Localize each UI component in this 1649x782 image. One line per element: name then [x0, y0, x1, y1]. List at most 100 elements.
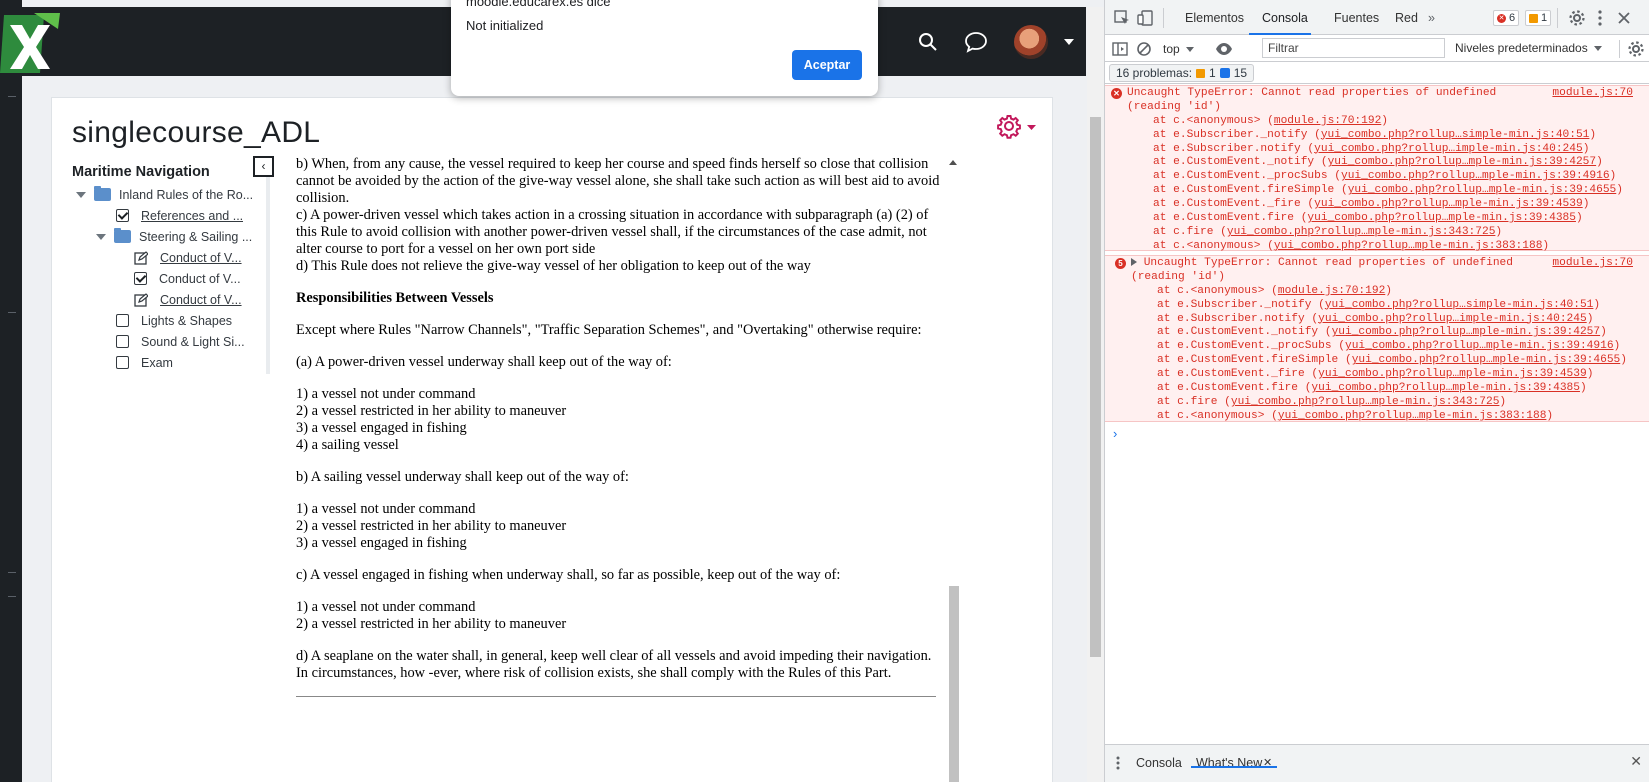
stack-frame-link[interactable]: yui_combo.php?rollup…mple-min.js:39:4257 — [1328, 156, 1597, 168]
error-count-badge[interactable]: ✕ 6 — [1493, 10, 1520, 26]
stack-frame-link[interactable]: yui_combo.php?rollup…mple-min.js:39:4257 — [1332, 326, 1601, 338]
activity-link[interactable]: Conduct of V... — [160, 251, 242, 265]
course-index-item[interactable]: Conduct of V... — [70, 268, 255, 289]
stack-frame-link[interactable]: yui_combo.php?rollup…mple-min.js:383:188 — [1278, 410, 1547, 422]
issues-button[interactable]: 16 problemas: 1 15 — [1109, 64, 1255, 82]
console-prompt[interactable]: › — [1113, 426, 1117, 441]
device-toolbar-icon[interactable] — [1137, 9, 1155, 27]
stack-frame: at e.CustomEvent._notify (yui_combo.php?… — [1105, 156, 1649, 170]
stack-frame-link[interactable]: yui_combo.php?rollup…mple-min.js:39:4385 — [1311, 382, 1580, 394]
more-tabs-button[interactable]: » — [1428, 11, 1435, 25]
content-scrollbar[interactable] — [948, 156, 960, 782]
course-index-item[interactable]: References and ... — [70, 205, 255, 226]
stack-frame-link[interactable]: yui_combo.php?rollup…mple-min.js:39:4655 — [1352, 354, 1621, 366]
error-source-link[interactable]: module.js:70 — [1552, 87, 1633, 101]
stack-frame-link[interactable]: yui_combo.php?rollup…mple-min.js:39:4539 — [1314, 198, 1583, 210]
user-menu[interactable] — [1014, 25, 1074, 59]
caret-down-icon[interactable] — [96, 233, 106, 240]
gear-icon[interactable] — [996, 111, 1042, 141]
section-label[interactable]: Lights & Shapes — [141, 314, 232, 328]
stack-frame-link[interactable]: yui_combo.php?rollup…mple-min.js:39:4655 — [1348, 184, 1617, 196]
scrollbar-thumb[interactable] — [949, 586, 959, 782]
stack-frame-link[interactable]: yui_combo.php?rollup…mple-min.js:343:725 — [1231, 396, 1500, 408]
search-icon[interactable] — [918, 32, 938, 52]
course-index-section[interactable]: Steering & Sailing ... — [70, 226, 255, 247]
stack-frame-link[interactable]: yui_combo.php?rollup…mple-min.js:39:4916 — [1345, 340, 1614, 352]
close-devtools-icon[interactable] — [1615, 9, 1633, 27]
context-selector[interactable]: top — [1163, 41, 1194, 57]
stack-frame-end: ) — [1495, 225, 1503, 238]
clear-console-icon[interactable] — [1135, 40, 1153, 58]
tab-network[interactable]: Red — [1395, 11, 1418, 25]
stack-frame: at e.CustomEvent._fire (yui_combo.php?ro… — [1105, 198, 1649, 212]
tab-elements[interactable]: Elementos — [1185, 11, 1244, 25]
error-source-link[interactable]: module.js:70 — [1552, 257, 1633, 271]
avatar[interactable] — [1014, 25, 1048, 59]
activity-link[interactable]: Conduct of V... — [160, 293, 242, 307]
inspect-element-icon[interactable] — [1113, 9, 1131, 27]
stack-frame-link[interactable]: yui_combo.php?rollup…imple-min.js:40:245 — [1314, 143, 1583, 155]
filter-input[interactable] — [1262, 38, 1445, 58]
course-index-item[interactable]: Conduct of V... — [70, 289, 255, 310]
stack-frame-link[interactable]: yui_combo.php?rollup…mple-min.js:39:4539 — [1318, 368, 1587, 380]
activity-link[interactable]: References and ... — [141, 209, 243, 223]
stack-frame: at c.<anonymous> (yui_combo.php?rollup…m… — [1105, 410, 1649, 424]
activity-link[interactable]: Conduct of V... — [159, 272, 241, 286]
stack-frame-link[interactable]: yui_combo.php?rollup…simple-min.js:40:51 — [1325, 299, 1594, 311]
page-scrollbar[interactable] — [1087, 7, 1104, 782]
error-text: (reading 'id') — [1131, 270, 1225, 283]
sidebar-toggle-icon[interactable] — [1111, 40, 1129, 58]
console-error-message[interactable]: ✕ Uncaught TypeError: Cannot read proper… — [1105, 85, 1649, 252]
kebab-menu-icon[interactable] — [1591, 9, 1609, 27]
console-settings-gear-icon[interactable] — [1627, 40, 1645, 58]
collapse-index-button[interactable]: ‹ — [253, 156, 274, 177]
scroll-up-arrow-icon[interactable] — [949, 160, 957, 165]
course-index-section[interactable]: Sound & Light Si... — [70, 331, 255, 352]
accept-button[interactable]: Aceptar — [792, 50, 862, 80]
course-index-section[interactable]: Exam — [70, 352, 255, 373]
divider — [296, 696, 936, 697]
stack-frame-link[interactable]: yui_combo.php?rollup…mple-min.js:39:4385 — [1307, 212, 1576, 224]
drawer-tab-console[interactable]: Consola — [1136, 756, 1182, 770]
stack-frame-function: at e.CustomEvent.fireSimple ( — [1157, 354, 1352, 367]
chevron-down-icon[interactable] — [1064, 39, 1074, 45]
section-label[interactable]: Steering & Sailing ... — [139, 230, 252, 244]
stack-frame-link[interactable]: yui_combo.php?rollup…imple-min.js:40:245 — [1318, 313, 1587, 325]
course-index-section[interactable]: Lights & Shapes — [70, 310, 255, 331]
live-expression-eye-icon[interactable] — [1215, 40, 1233, 58]
stack-frame-function: at e.CustomEvent._procSubs ( — [1153, 170, 1341, 183]
tab-sources[interactable]: Fuentes — [1334, 11, 1379, 25]
stack-frame-link[interactable]: yui_combo.php?rollup…mple-min.js:343:725 — [1227, 226, 1496, 238]
log-levels-dropdown[interactable]: Niveles predeterminados — [1455, 41, 1602, 55]
close-drawer-icon[interactable]: ✕ — [1630, 753, 1642, 770]
warning-count-badge[interactable]: 1 — [1525, 10, 1552, 26]
site-logo[interactable] — [0, 13, 60, 73]
course-index-scrollbar[interactable] — [266, 164, 270, 374]
expand-triangle-icon[interactable] — [1131, 258, 1137, 266]
strip-marker — [8, 572, 16, 573]
paragraph: b) A sailing vessel underway shall keep … — [296, 469, 629, 485]
list-item: 2) a vessel restricted in her ability to… — [296, 616, 567, 632]
stack-frame-link[interactable]: yui_combo.php?rollup…mple-min.js:383:188 — [1274, 240, 1543, 252]
screen: { "alert": { "title": "moodle.educarex.e… — [0, 0, 1649, 782]
stack-frame-link[interactable]: yui_combo.php?rollup…simple-min.js:40:51 — [1321, 129, 1590, 141]
messages-icon[interactable] — [964, 31, 988, 53]
course-index-section[interactable]: Inland Rules of the Ro... — [70, 184, 255, 205]
tab-console[interactable]: Consola — [1262, 11, 1308, 25]
section-label[interactable]: Sound & Light Si... — [141, 335, 245, 349]
console-error-message[interactable]: 5 Uncaught TypeError: Cannot read proper… — [1105, 255, 1649, 422]
section-label[interactable]: Exam — [141, 356, 173, 370]
settings-gear-icon[interactable] — [1568, 9, 1586, 27]
stack-frame-link[interactable]: module.js:70:192 — [1274, 115, 1381, 127]
drawer-menu-icon[interactable] — [1115, 756, 1121, 770]
course-index-item[interactable]: Conduct of V... — [70, 247, 255, 268]
section-label[interactable]: Inland Rules of the Ro... — [119, 188, 253, 202]
issues-bar: 16 problemas: 1 15 — [1105, 62, 1649, 84]
page-title: singlecourse_ADL — [72, 116, 321, 149]
scrollbar-thumb[interactable] — [1090, 117, 1101, 657]
stack-frame: at c.<anonymous> (module.js:70:192) — [1105, 285, 1649, 299]
stack-frame-link[interactable]: module.js:70:192 — [1278, 285, 1385, 297]
devtools-panel: Elementos Consola Fuentes Red » ✕ 6 1 top… — [1104, 0, 1649, 782]
stack-frame-link[interactable]: yui_combo.php?rollup…mple-min.js:39:4916 — [1341, 170, 1610, 182]
caret-down-icon[interactable] — [76, 191, 86, 198]
